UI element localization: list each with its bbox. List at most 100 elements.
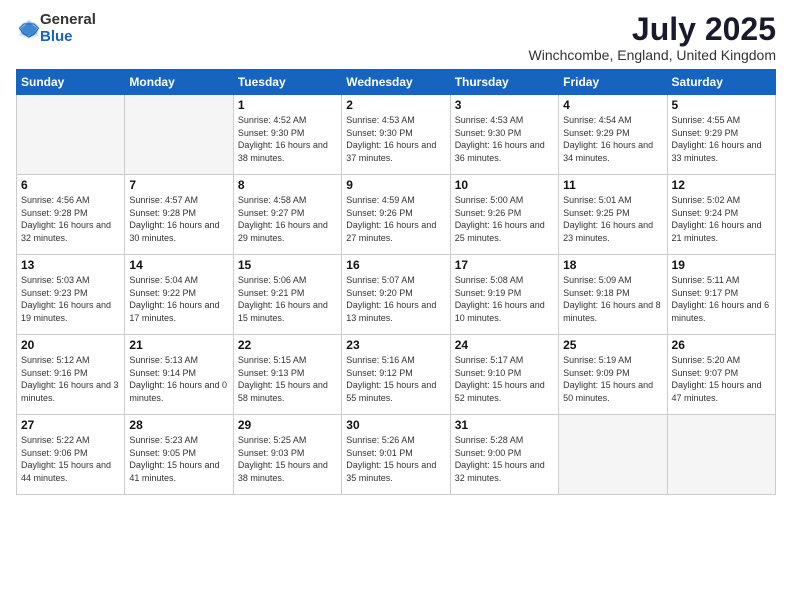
- day-number: 3: [455, 98, 554, 112]
- day-info: Sunrise: 4:56 AM Sunset: 9:28 PM Dayligh…: [21, 194, 120, 244]
- day-info: Sunrise: 5:13 AM Sunset: 9:14 PM Dayligh…: [129, 354, 228, 404]
- day-info: Sunrise: 4:55 AM Sunset: 9:29 PM Dayligh…: [672, 114, 771, 164]
- day-number: 20: [21, 338, 120, 352]
- calendar-cell-w4-d4: 23 Sunrise: 5:16 AM Sunset: 9:12 PM Dayli…: [342, 335, 450, 415]
- day-info: Sunrise: 4:53 AM Sunset: 9:30 PM Dayligh…: [346, 114, 445, 164]
- day-info: Sunrise: 4:52 AM Sunset: 9:30 PM Dayligh…: [238, 114, 337, 164]
- day-info: Sunrise: 5:11 AM Sunset: 9:17 PM Dayligh…: [672, 274, 771, 324]
- calendar-cell-w1-d3: 1 Sunrise: 4:52 AM Sunset: 9:30 PM Daylig…: [233, 95, 341, 175]
- calendar-cell-w4-d3: 22 Sunrise: 5:15 AM Sunset: 9:13 PM Dayli…: [233, 335, 341, 415]
- logo-blue-text: Blue: [40, 28, 73, 45]
- calendar-cell-w1-d4: 2 Sunrise: 4:53 AM Sunset: 9:30 PM Daylig…: [342, 95, 450, 175]
- calendar-week-3: 13Sunrise: 5:03 AM Sunset: 9:23 PM Dayli…: [17, 255, 776, 335]
- day-info: Sunrise: 5:20 AM Sunset: 9:07 PM Dayligh…: [672, 354, 771, 404]
- day-number: 6: [21, 178, 120, 192]
- calendar-cell-w1-d5: 3 Sunrise: 4:53 AM Sunset: 9:30 PM Daylig…: [450, 95, 558, 175]
- calendar-cell-w5-d7: [667, 415, 775, 495]
- day-number: 21: [129, 338, 228, 352]
- day-info: Sunrise: 4:58 AM Sunset: 9:27 PM Dayligh…: [238, 194, 337, 244]
- day-number: 1: [238, 98, 337, 112]
- day-number: 29: [238, 418, 337, 432]
- day-info: Sunrise: 5:25 AM Sunset: 9:03 PM Dayligh…: [238, 434, 337, 484]
- day-number: 24: [455, 338, 554, 352]
- col-sunday: Sunday: [17, 70, 125, 95]
- day-number: 7: [129, 178, 228, 192]
- day-number: 22: [238, 338, 337, 352]
- day-number: 18: [563, 258, 662, 272]
- day-number: 16: [346, 258, 445, 272]
- calendar-cell-w2-d7: 12 Sunrise: 5:02 AM Sunset: 9:24 PM Dayli…: [667, 175, 775, 255]
- day-info: Sunrise: 5:09 AM Sunset: 9:18 PM Dayligh…: [563, 274, 662, 324]
- day-number: 14: [129, 258, 228, 272]
- day-number: 12: [672, 178, 771, 192]
- title-block: July 2025 Winchcombe, England, United Ki…: [529, 12, 776, 63]
- calendar-cell-w1-d7: 5Sunrise: 4:55 AM Sunset: 9:29 PM Daylig…: [667, 95, 775, 175]
- day-number: 9: [346, 178, 445, 192]
- day-number: 30: [346, 418, 445, 432]
- logo-general-text: General: [40, 11, 96, 28]
- calendar-table: Sunday Monday Tuesday Wednesday Thursday…: [16, 69, 776, 495]
- day-info: Sunrise: 5:16 AM Sunset: 9:12 PM Dayligh…: [346, 354, 445, 404]
- calendar-cell-w5-d6: [559, 415, 667, 495]
- col-tuesday: Tuesday: [233, 70, 341, 95]
- day-number: 19: [672, 258, 771, 272]
- day-number: 4: [563, 98, 662, 112]
- calendar-week-5: 27 Sunrise: 5:22 AM Sunset: 9:06 PM Dayli…: [17, 415, 776, 495]
- day-number: 28: [129, 418, 228, 432]
- calendar-cell-w4-d2: 21 Sunrise: 5:13 AM Sunset: 9:14 PM Dayli…: [125, 335, 233, 415]
- day-info: Sunrise: 5:04 AM Sunset: 9:22 PM Dayligh…: [129, 274, 228, 324]
- calendar-cell-w3-d4: 16 Sunrise: 5:07 AM Sunset: 9:20 PM Dayli…: [342, 255, 450, 335]
- day-info: Sunrise: 5:23 AM Sunset: 9:05 PM Dayligh…: [129, 434, 228, 484]
- day-number: 17: [455, 258, 554, 272]
- calendar-cell-w5-d3: 29 Sunrise: 5:25 AM Sunset: 9:03 PM Dayli…: [233, 415, 341, 495]
- day-number: 23: [346, 338, 445, 352]
- day-info: Sunrise: 4:59 AM Sunset: 9:26 PM Dayligh…: [346, 194, 445, 244]
- calendar-cell-w1-d2: [125, 95, 233, 175]
- calendar-cell-w3-d7: 19 Sunrise: 5:11 AM Sunset: 9:17 PM Dayli…: [667, 255, 775, 335]
- col-monday: Monday: [125, 70, 233, 95]
- day-number: 8: [238, 178, 337, 192]
- calendar-cell-w3-d5: 17 Sunrise: 5:08 AM Sunset: 9:19 PM Dayli…: [450, 255, 558, 335]
- day-info: Sunrise: 5:19 AM Sunset: 9:09 PM Dayligh…: [563, 354, 662, 404]
- title-location: Winchcombe, England, United Kingdom: [529, 47, 776, 63]
- calendar-cell-w2-d6: 11 Sunrise: 5:01 AM Sunset: 9:25 PM Dayli…: [559, 175, 667, 255]
- day-number: 2: [346, 98, 445, 112]
- calendar-week-1: 1 Sunrise: 4:52 AM Sunset: 9:30 PM Daylig…: [17, 95, 776, 175]
- day-info: Sunrise: 5:22 AM Sunset: 9:06 PM Dayligh…: [21, 434, 120, 484]
- day-info: Sunrise: 5:01 AM Sunset: 9:25 PM Dayligh…: [563, 194, 662, 244]
- calendar-week-2: 6 Sunrise: 4:56 AM Sunset: 9:28 PM Daylig…: [17, 175, 776, 255]
- day-info: Sunrise: 5:15 AM Sunset: 9:13 PM Dayligh…: [238, 354, 337, 404]
- day-info: Sunrise: 4:53 AM Sunset: 9:30 PM Dayligh…: [455, 114, 554, 164]
- day-info: Sunrise: 5:17 AM Sunset: 9:10 PM Dayligh…: [455, 354, 554, 404]
- col-wednesday: Wednesday: [342, 70, 450, 95]
- calendar-cell-w5-d2: 28 Sunrise: 5:23 AM Sunset: 9:05 PM Dayli…: [125, 415, 233, 495]
- col-saturday: Saturday: [667, 70, 775, 95]
- day-number: 26: [672, 338, 771, 352]
- calendar-cell-w1-d1: [17, 95, 125, 175]
- col-friday: Friday: [559, 70, 667, 95]
- header: General Blue July 2025 Winchcombe, Engla…: [16, 12, 776, 63]
- day-info: Sunrise: 5:28 AM Sunset: 9:00 PM Dayligh…: [455, 434, 554, 484]
- calendar-cell-w4-d7: 26 Sunrise: 5:20 AM Sunset: 9:07 PM Dayli…: [667, 335, 775, 415]
- col-thursday: Thursday: [450, 70, 558, 95]
- day-info: Sunrise: 5:06 AM Sunset: 9:21 PM Dayligh…: [238, 274, 337, 324]
- calendar-header-row: Sunday Monday Tuesday Wednesday Thursday…: [17, 70, 776, 95]
- calendar-cell-w5-d4: 30Sunrise: 5:26 AM Sunset: 9:01 PM Dayli…: [342, 415, 450, 495]
- calendar-cell-w1-d6: 4Sunrise: 4:54 AM Sunset: 9:29 PM Daylig…: [559, 95, 667, 175]
- page: General Blue July 2025 Winchcombe, Engla…: [0, 0, 792, 612]
- calendar-cell-w3-d3: 15 Sunrise: 5:06 AM Sunset: 9:21 PM Dayli…: [233, 255, 341, 335]
- day-number: 31: [455, 418, 554, 432]
- day-number: 27: [21, 418, 120, 432]
- day-number: 25: [563, 338, 662, 352]
- calendar-cell-w5-d5: 31 Sunrise: 5:28 AM Sunset: 9:00 PM Dayli…: [450, 415, 558, 495]
- day-info: Sunrise: 5:08 AM Sunset: 9:19 PM Dayligh…: [455, 274, 554, 324]
- day-info: Sunrise: 5:03 AM Sunset: 9:23 PM Dayligh…: [21, 274, 120, 324]
- day-number: 11: [563, 178, 662, 192]
- calendar-cell-w3-d2: 14 Sunrise: 5:04 AM Sunset: 9:22 PM Dayli…: [125, 255, 233, 335]
- day-number: 10: [455, 178, 554, 192]
- day-info: Sunrise: 5:07 AM Sunset: 9:20 PM Dayligh…: [346, 274, 445, 324]
- day-info: Sunrise: 5:00 AM Sunset: 9:26 PM Dayligh…: [455, 194, 554, 244]
- day-info: Sunrise: 5:02 AM Sunset: 9:24 PM Dayligh…: [672, 194, 771, 244]
- calendar-cell-w4-d5: 24 Sunrise: 5:17 AM Sunset: 9:10 PM Dayli…: [450, 335, 558, 415]
- day-number: 15: [238, 258, 337, 272]
